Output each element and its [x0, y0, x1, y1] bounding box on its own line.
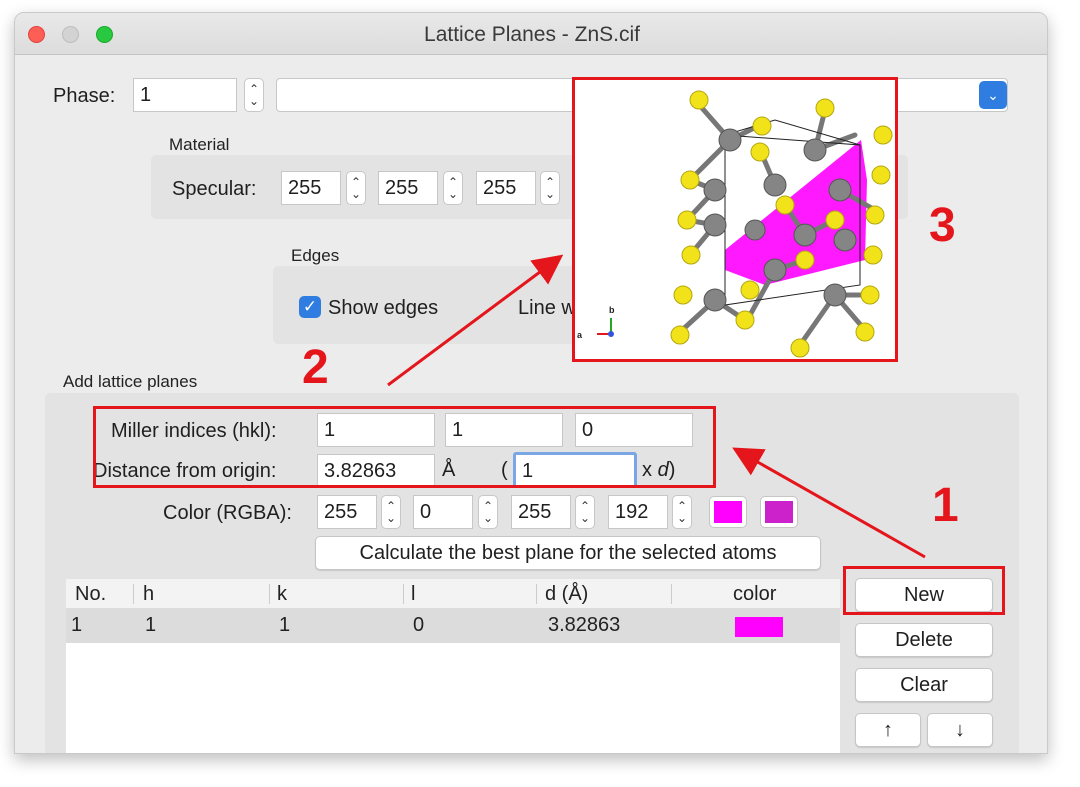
arrow-1 [732, 447, 926, 559]
arrow-2 [387, 254, 564, 387]
annotation-number-2: 2 [302, 341, 329, 394]
annotation-arrows [387, 254, 926, 559]
annotation-number-3: 3 [929, 199, 956, 252]
annotation-number-1: 1 [932, 479, 959, 532]
